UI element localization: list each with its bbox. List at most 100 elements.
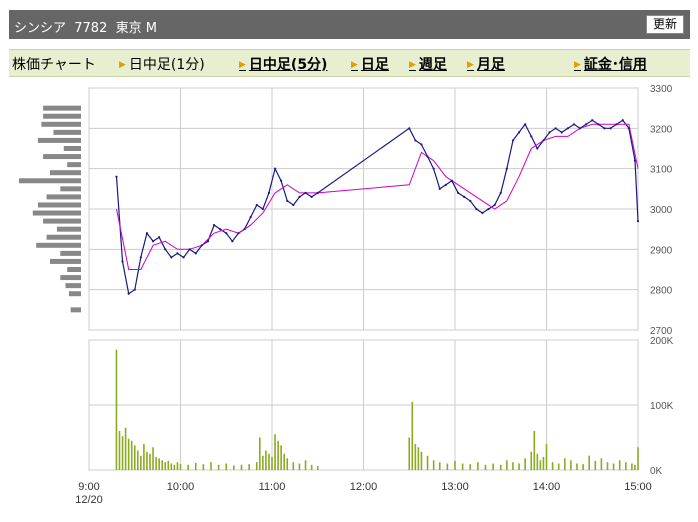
- time-tick-label: 14:00: [533, 481, 561, 493]
- volume-bar: [414, 444, 417, 470]
- price-point: [139, 256, 142, 259]
- price-point: [438, 187, 441, 190]
- volume-bar: [310, 464, 313, 470]
- tab-2[interactable]: ▶ 日中足(5分): [239, 54, 327, 74]
- volume-bar: [618, 460, 621, 470]
- price-point: [566, 127, 569, 130]
- time-tick-label: 9:00: [78, 481, 99, 493]
- price-volume-bar: [50, 258, 81, 264]
- volume-bar: [582, 464, 584, 470]
- time-tick-label: 15:00: [624, 481, 652, 493]
- price-point: [115, 175, 118, 178]
- volume-bar: [255, 462, 258, 470]
- tab-4[interactable]: ▶ 週足: [409, 54, 447, 74]
- volume-bar: [277, 440, 279, 470]
- volume-bar: [187, 464, 189, 470]
- volume-bar: [316, 466, 319, 470]
- price-point: [609, 127, 612, 130]
- tab-3[interactable]: ▶ 日足: [351, 54, 389, 74]
- refresh-button[interactable]: 更新: [645, 15, 684, 34]
- tab-0: 株価チャート: [12, 54, 96, 74]
- stock-title: シンシア 7782 東京 M: [14, 21, 157, 36]
- volume-bar: [202, 464, 205, 470]
- volume-bar: [130, 440, 133, 470]
- price-point: [621, 119, 624, 122]
- date-label: 12/20: [75, 494, 103, 506]
- volume-bar: [271, 457, 273, 470]
- price-point: [475, 207, 478, 211]
- volume-bar: [600, 458, 603, 470]
- price-point: [231, 240, 234, 243]
- price-point: [572, 123, 576, 126]
- price-volume-bar: [50, 170, 81, 176]
- price-volume-bar: [19, 178, 81, 184]
- volume-bar: [518, 463, 520, 470]
- tab-label: 日中足(1分): [128, 57, 205, 73]
- volume-bar: [217, 464, 220, 470]
- price-point: [414, 139, 417, 142]
- price-point: [615, 123, 618, 126]
- volume-bar: [420, 451, 423, 470]
- price-volume-bar: [70, 307, 81, 313]
- volume-bar: [612, 463, 615, 470]
- price-panel: 2700280029003000310032003300: [88, 84, 673, 337]
- volume-bar: [606, 462, 609, 470]
- price-point: [542, 139, 545, 142]
- volume-bar: [634, 464, 636, 470]
- price-point: [554, 127, 557, 130]
- volume-bar: [588, 455, 590, 470]
- price-point: [627, 127, 630, 130]
- volume-bar: [240, 464, 243, 470]
- volume-bar: [164, 462, 167, 470]
- volume-bar: [512, 462, 514, 470]
- price-point: [127, 292, 130, 295]
- price-point: [298, 195, 301, 198]
- volume-tick-label: 100K: [650, 401, 674, 412]
- price-point: [133, 288, 136, 291]
- tab-label: 日中足(5分): [248, 57, 328, 73]
- price-point: [194, 252, 197, 255]
- price-point: [548, 131, 551, 134]
- volume-bar: [499, 464, 502, 470]
- volume-bar: [143, 444, 145, 470]
- volume-bar: [524, 458, 526, 470]
- volume-bar: [167, 460, 170, 470]
- price-point: [481, 211, 484, 215]
- volume-bar: [506, 460, 508, 470]
- price-point: [237, 232, 240, 235]
- title-bar: シンシア 7782 東京 M 更新: [9, 10, 690, 39]
- volume-bar: [408, 437, 411, 470]
- price-point: [219, 228, 222, 231]
- tab-label: 月足: [476, 57, 505, 73]
- volume-bar: [274, 434, 276, 470]
- price-point: [286, 199, 289, 203]
- price-tick-label: 3100: [650, 165, 673, 176]
- price-point: [151, 240, 155, 243]
- price-point: [530, 135, 533, 138]
- price-point: [636, 220, 640, 223]
- tab-1: ▶ 日中足(1分): [119, 54, 205, 74]
- price-point: [536, 147, 539, 150]
- price-tick-label: 3300: [650, 84, 673, 95]
- price-point: [170, 256, 173, 259]
- volume-bar: [557, 463, 560, 470]
- price-point: [585, 123, 588, 126]
- tab-5[interactable]: ▶ 月足: [467, 54, 505, 74]
- price-volume-bar: [56, 226, 81, 232]
- tab-arrow-icon: ▶: [574, 60, 581, 70]
- price-point: [524, 123, 527, 126]
- price-point: [158, 236, 161, 239]
- tab-6[interactable]: ▶ 証金･信用: [574, 54, 647, 74]
- price-point: [450, 179, 454, 182]
- price-tick-label: 3000: [650, 205, 673, 216]
- price-volume-bar: [60, 186, 81, 192]
- volume-bar: [446, 463, 449, 470]
- volume-bar: [533, 431, 536, 470]
- price-volume-bar: [63, 146, 81, 151]
- price-point: [280, 179, 283, 182]
- price-point: [456, 191, 460, 194]
- price-point: [597, 123, 600, 126]
- volume-bar: [268, 453, 270, 470]
- volume-bar: [304, 460, 307, 470]
- price-tick-label: 3200: [650, 124, 673, 135]
